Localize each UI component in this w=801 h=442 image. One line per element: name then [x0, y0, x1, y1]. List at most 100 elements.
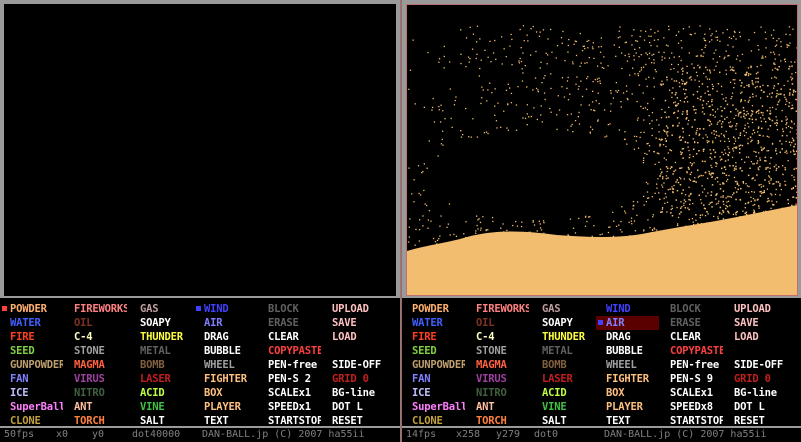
menu-item-bubble[interactable]: BUBBLE — [596, 344, 659, 358]
menu-item-save[interactable]: SAVE — [322, 316, 385, 330]
menu-item-box[interactable]: BOX — [596, 386, 659, 400]
menu-item-acid[interactable]: ACID — [130, 386, 193, 400]
menu-item-clone[interactable]: CLONE — [0, 414, 63, 428]
menu-item-pen-s-9[interactable]: PEN-S 9 — [660, 372, 723, 386]
menu-item-powder[interactable]: POWDER — [0, 302, 63, 316]
menu-item-powder[interactable]: POWDER — [402, 302, 465, 316]
menu-item-bomb[interactable]: BOMB — [130, 358, 193, 372]
menu-item-metal[interactable]: METAL — [532, 344, 595, 358]
menu-item-gunpowder[interactable]: GUNPOWDER — [402, 358, 465, 372]
menu-item-soapy[interactable]: SOAPY — [532, 316, 595, 330]
menu-item-upload[interactable]: UPLOAD — [322, 302, 385, 316]
menu-item-acid[interactable]: ACID — [532, 386, 595, 400]
menu-item-vine[interactable]: VINE — [532, 400, 595, 414]
menu-item-soapy[interactable]: SOAPY — [130, 316, 193, 330]
menu-item-seed[interactable]: SEED — [0, 344, 63, 358]
menu-item-save[interactable]: SAVE — [724, 316, 787, 330]
menu-item-erase[interactable]: ERASE — [660, 316, 723, 330]
menu-item-load[interactable]: LOAD — [724, 330, 787, 344]
menu-item-side-off[interactable]: SIDE-OFF — [724, 358, 787, 372]
menu-item-nitro[interactable]: NITRO — [466, 386, 529, 400]
menu-item-bg-line[interactable]: BG-line — [322, 386, 385, 400]
menu-item-stone[interactable]: STONE — [64, 344, 127, 358]
menu-item-clear[interactable]: CLEAR — [660, 330, 723, 344]
menu-item-virus[interactable]: VIRUS — [466, 372, 529, 386]
menu-item-superball[interactable]: SuperBall — [0, 400, 63, 414]
menu-item-scalex1[interactable]: SCALEx1 — [660, 386, 723, 400]
menu-item-ant[interactable]: ANT — [466, 400, 529, 414]
menu-item-dot-l[interactable]: DOT L — [322, 400, 385, 414]
menu-item-ice[interactable]: ICE — [0, 386, 63, 400]
menu-item-pen-s-2[interactable]: PEN-S 2 — [258, 372, 321, 386]
menu-item-speedx1[interactable]: SPEEDx1 — [258, 400, 321, 414]
menu-item-grid-0[interactable]: GRID 0 — [322, 372, 385, 386]
menu-item-magma[interactable]: MAGMA — [466, 358, 529, 372]
menu-item-magma[interactable]: MAGMA — [64, 358, 127, 372]
menu-item-scalex1[interactable]: SCALEx1 — [258, 386, 321, 400]
menu-item-metal[interactable]: METAL — [130, 344, 193, 358]
menu-item-copypaste[interactable]: COPYPASTE — [660, 344, 723, 358]
menu-item-fan[interactable]: FAN — [402, 372, 465, 386]
menu-item-pen-free[interactable]: PEN-free — [660, 358, 723, 372]
menu-item-water[interactable]: WATER — [0, 316, 63, 330]
menu-item-reset[interactable]: RESET — [724, 414, 787, 428]
menu-item-clear[interactable]: CLEAR — [258, 330, 321, 344]
menu-item-erase[interactable]: ERASE — [258, 316, 321, 330]
menu-item-water[interactable]: WATER — [402, 316, 465, 330]
menu-item-fighter[interactable]: FIGHTER — [596, 372, 659, 386]
menu-item-copypaste[interactable]: COPYPASTE — [258, 344, 321, 358]
menu-item-bubble[interactable]: BUBBLE — [194, 344, 257, 358]
menu-item-seed[interactable]: SEED — [402, 344, 465, 358]
left-play-canvas[interactable] — [4, 4, 396, 296]
menu-item-salt[interactable]: SALT — [532, 414, 595, 428]
menu-item-ant[interactable]: ANT — [64, 400, 127, 414]
menu-item-drag[interactable]: DRAG — [194, 330, 257, 344]
menu-item-wind[interactable]: WIND — [194, 302, 257, 316]
menu-item-wheel[interactable]: WHEEL — [596, 358, 659, 372]
menu-item-fireworks[interactable]: FIREWORKS — [466, 302, 529, 316]
menu-item-c-4[interactable]: C-4 — [64, 330, 127, 344]
menu-item-thunder[interactable]: THUNDER — [532, 330, 595, 344]
menu-item-speedx8[interactable]: SPEEDx8 — [660, 400, 723, 414]
menu-item-nitro[interactable]: NITRO — [64, 386, 127, 400]
menu-item-upload[interactable]: UPLOAD — [724, 302, 787, 316]
menu-item-laser[interactable]: LASER — [130, 372, 193, 386]
menu-item-block[interactable]: BLOCK — [258, 302, 321, 316]
menu-item-text[interactable]: TEXT — [194, 414, 257, 428]
menu-item-oil[interactable]: OIL — [466, 316, 529, 330]
menu-item-player[interactable]: PLAYER — [596, 400, 659, 414]
menu-item-bg-line[interactable]: BG-line — [724, 386, 787, 400]
menu-item-gas[interactable]: GAS — [130, 302, 193, 316]
menu-item-player[interactable]: PLAYER — [194, 400, 257, 414]
menu-item-startstop[interactable]: STARTSTOP — [660, 414, 723, 428]
menu-item-bomb[interactable]: BOMB — [532, 358, 595, 372]
menu-item-startstop[interactable]: STARTSTOP — [258, 414, 321, 428]
menu-item-virus[interactable]: VIRUS — [64, 372, 127, 386]
menu-item-vine[interactable]: VINE — [130, 400, 193, 414]
menu-item-drag[interactable]: DRAG — [596, 330, 659, 344]
menu-item-gas[interactable]: GAS — [532, 302, 595, 316]
menu-item-torch[interactable]: TORCH — [64, 414, 127, 428]
menu-item-load[interactable]: LOAD — [322, 330, 385, 344]
menu-item-salt[interactable]: SALT — [130, 414, 193, 428]
menu-item-box[interactable]: BOX — [194, 386, 257, 400]
menu-item-air[interactable]: AIR — [194, 316, 257, 330]
menu-item-c-4[interactable]: C-4 — [466, 330, 529, 344]
menu-item-torch[interactable]: TORCH — [466, 414, 529, 428]
menu-item-oil[interactable]: OIL — [64, 316, 127, 330]
menu-item-gunpowder[interactable]: GUNPOWDER — [0, 358, 63, 372]
menu-item-pen-free[interactable]: PEN-free — [258, 358, 321, 372]
menu-item-block[interactable]: BLOCK — [660, 302, 723, 316]
menu-item-dot-l[interactable]: DOT L — [724, 400, 787, 414]
menu-item-ice[interactable]: ICE — [402, 386, 465, 400]
menu-item-fire[interactable]: FIRE — [402, 330, 465, 344]
menu-item-wheel[interactable]: WHEEL — [194, 358, 257, 372]
menu-item-reset[interactable]: RESET — [322, 414, 385, 428]
menu-item-fan[interactable]: FAN — [0, 372, 63, 386]
menu-item-wind[interactable]: WIND — [596, 302, 659, 316]
menu-item-stone[interactable]: STONE — [466, 344, 529, 358]
menu-item-text[interactable]: TEXT — [596, 414, 659, 428]
menu-item-clone[interactable]: CLONE — [402, 414, 465, 428]
menu-item-thunder[interactable]: THUNDER — [130, 330, 193, 344]
menu-item-fireworks[interactable]: FIREWORKS — [64, 302, 127, 316]
